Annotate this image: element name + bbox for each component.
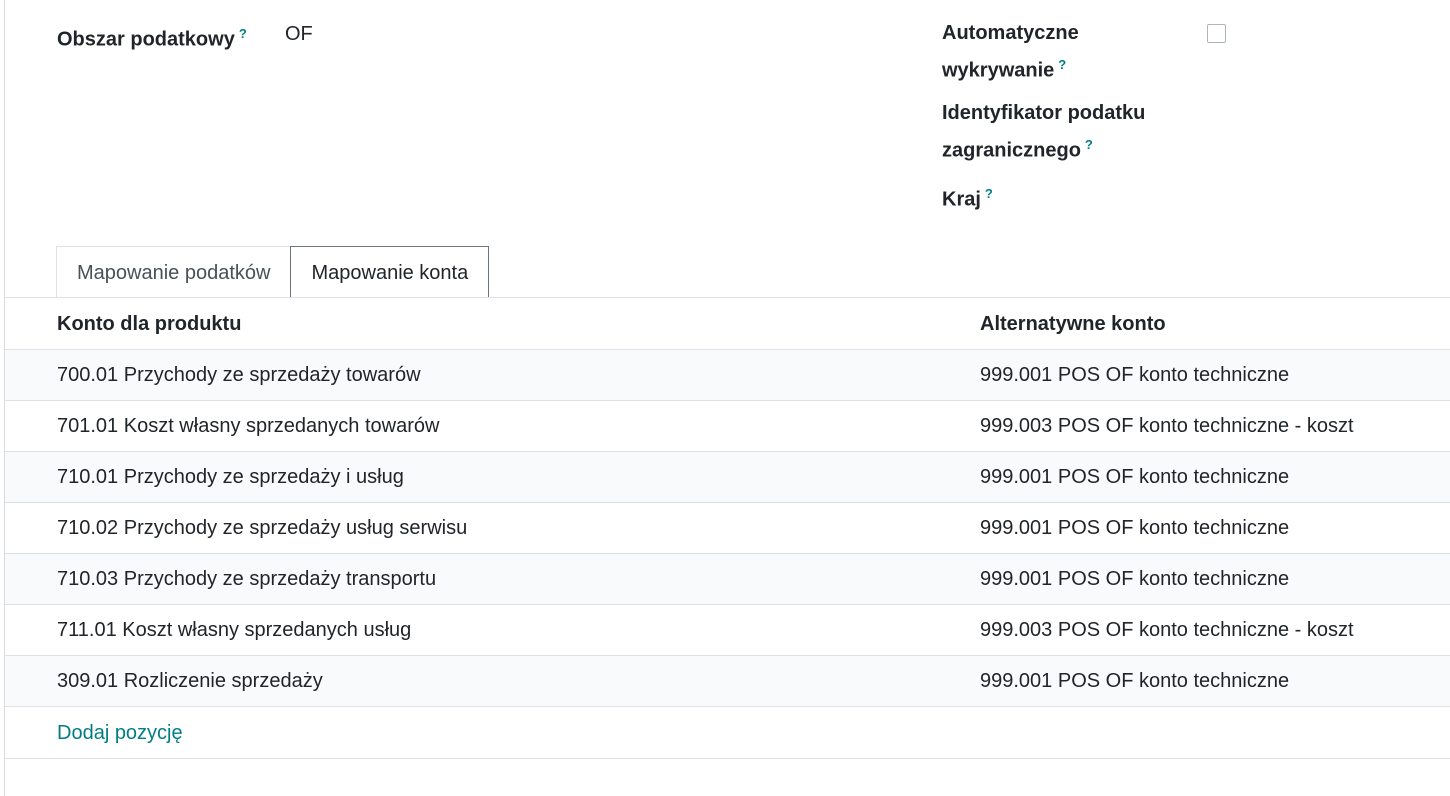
auto-detect-checkbox[interactable] xyxy=(1207,24,1226,43)
fiscal-area-label-text: Obszar podatkowy xyxy=(57,28,235,51)
auto-detect-help-icon[interactable]: ? xyxy=(1058,57,1066,72)
source-account-cell[interactable]: 700.01 Przychody ze sprzedaży towarów xyxy=(57,350,421,401)
account-mapping-table: Konto dla produktu Alternatywne konto 70… xyxy=(5,298,1450,759)
table-row[interactable]: 700.01 Przychody ze sprzedaży towarów 99… xyxy=(5,350,1450,401)
tab-account-mapping[interactable]: Mapowanie konta xyxy=(290,246,490,298)
source-account-cell[interactable]: 710.03 Przychody ze sprzedaży transportu xyxy=(57,554,436,605)
country-label-text: Kraj xyxy=(942,188,981,211)
table-header: Konto dla produktu Alternatywne konto xyxy=(5,298,1450,350)
notebook-tabs: Mapowanie podatków Mapowanie konta xyxy=(56,246,490,298)
destination-account-cell[interactable]: 999.001 POS OF konto techniczne xyxy=(980,554,1289,605)
country-help-icon[interactable]: ? xyxy=(985,186,993,201)
auto-detect-label: Automatyczne wykrywanie? xyxy=(942,18,1079,87)
table-row[interactable]: 711.01 Koszt własny sprzedanych usług 99… xyxy=(5,605,1450,656)
source-account-cell[interactable]: 309.01 Rozliczenie sprzedaży xyxy=(57,656,323,707)
foreign-vat-label: Identyfikator podatku zagranicznego? xyxy=(942,98,1145,167)
fiscal-area-value[interactable]: OF xyxy=(285,19,313,50)
destination-account-cell[interactable]: 999.001 POS OF konto techniczne xyxy=(980,350,1289,401)
destination-account-cell[interactable]: 999.001 POS OF konto techniczne xyxy=(980,656,1289,707)
source-account-cell[interactable]: 711.01 Koszt własny sprzedanych usług xyxy=(57,605,411,656)
destination-account-cell[interactable]: 999.001 POS OF konto techniczne xyxy=(980,452,1289,503)
table-row[interactable]: 701.01 Koszt własny sprzedanych towarów … xyxy=(5,401,1450,452)
add-line-link[interactable]: Dodaj pozycję xyxy=(57,707,183,759)
auto-detect-label-line1: Automatyczne xyxy=(942,22,1079,44)
destination-account-cell[interactable]: 999.003 POS OF konto techniczne - koszt xyxy=(980,605,1354,656)
table-body: 700.01 Przychody ze sprzedaży towarów 99… xyxy=(5,350,1450,707)
foreign-vat-label-line2: zagranicznego xyxy=(942,139,1081,162)
destination-account-cell[interactable]: 999.001 POS OF konto techniczne xyxy=(980,503,1289,554)
destination-account-cell[interactable]: 999.003 POS OF konto techniczne - koszt xyxy=(980,401,1354,452)
table-row[interactable]: 710.02 Przychody ze sprzedaży usług serw… xyxy=(5,503,1450,554)
form-page: Obszar podatkowy? OF Automatyczne wykryw… xyxy=(0,0,1450,796)
table-row[interactable]: 710.01 Przychody ze sprzedaży i usług 99… xyxy=(5,452,1450,503)
source-account-cell[interactable]: 710.02 Przychody ze sprzedaży usług serw… xyxy=(57,503,467,554)
auto-detect-label-line2: wykrywanie xyxy=(942,59,1055,82)
foreign-vat-label-line1: Identyfikator podatku xyxy=(942,102,1146,124)
tab-tax-mapping[interactable]: Mapowanie podatków xyxy=(56,246,292,298)
source-account-cell[interactable]: 701.01 Koszt własny sprzedanych towarów xyxy=(57,401,439,452)
table-row[interactable]: 309.01 Rozliczenie sprzedaży 999.001 POS… xyxy=(5,656,1450,707)
source-account-cell[interactable]: 710.01 Przychody ze sprzedaży i usług xyxy=(57,452,404,503)
column-header-source-account[interactable]: Konto dla produktu xyxy=(57,298,241,350)
column-header-destination-account[interactable]: Alternatywne konto xyxy=(980,298,1166,350)
foreign-vat-help-icon[interactable]: ? xyxy=(1085,137,1093,152)
table-row[interactable]: 710.03 Przychody ze sprzedaży transportu… xyxy=(5,554,1450,605)
country-label: Kraj? xyxy=(942,178,993,216)
fiscal-area-label: Obszar podatkowy? xyxy=(57,18,247,56)
fiscal-area-help-icon[interactable]: ? xyxy=(239,26,247,41)
add-line-row: Dodaj pozycję xyxy=(5,707,1450,759)
